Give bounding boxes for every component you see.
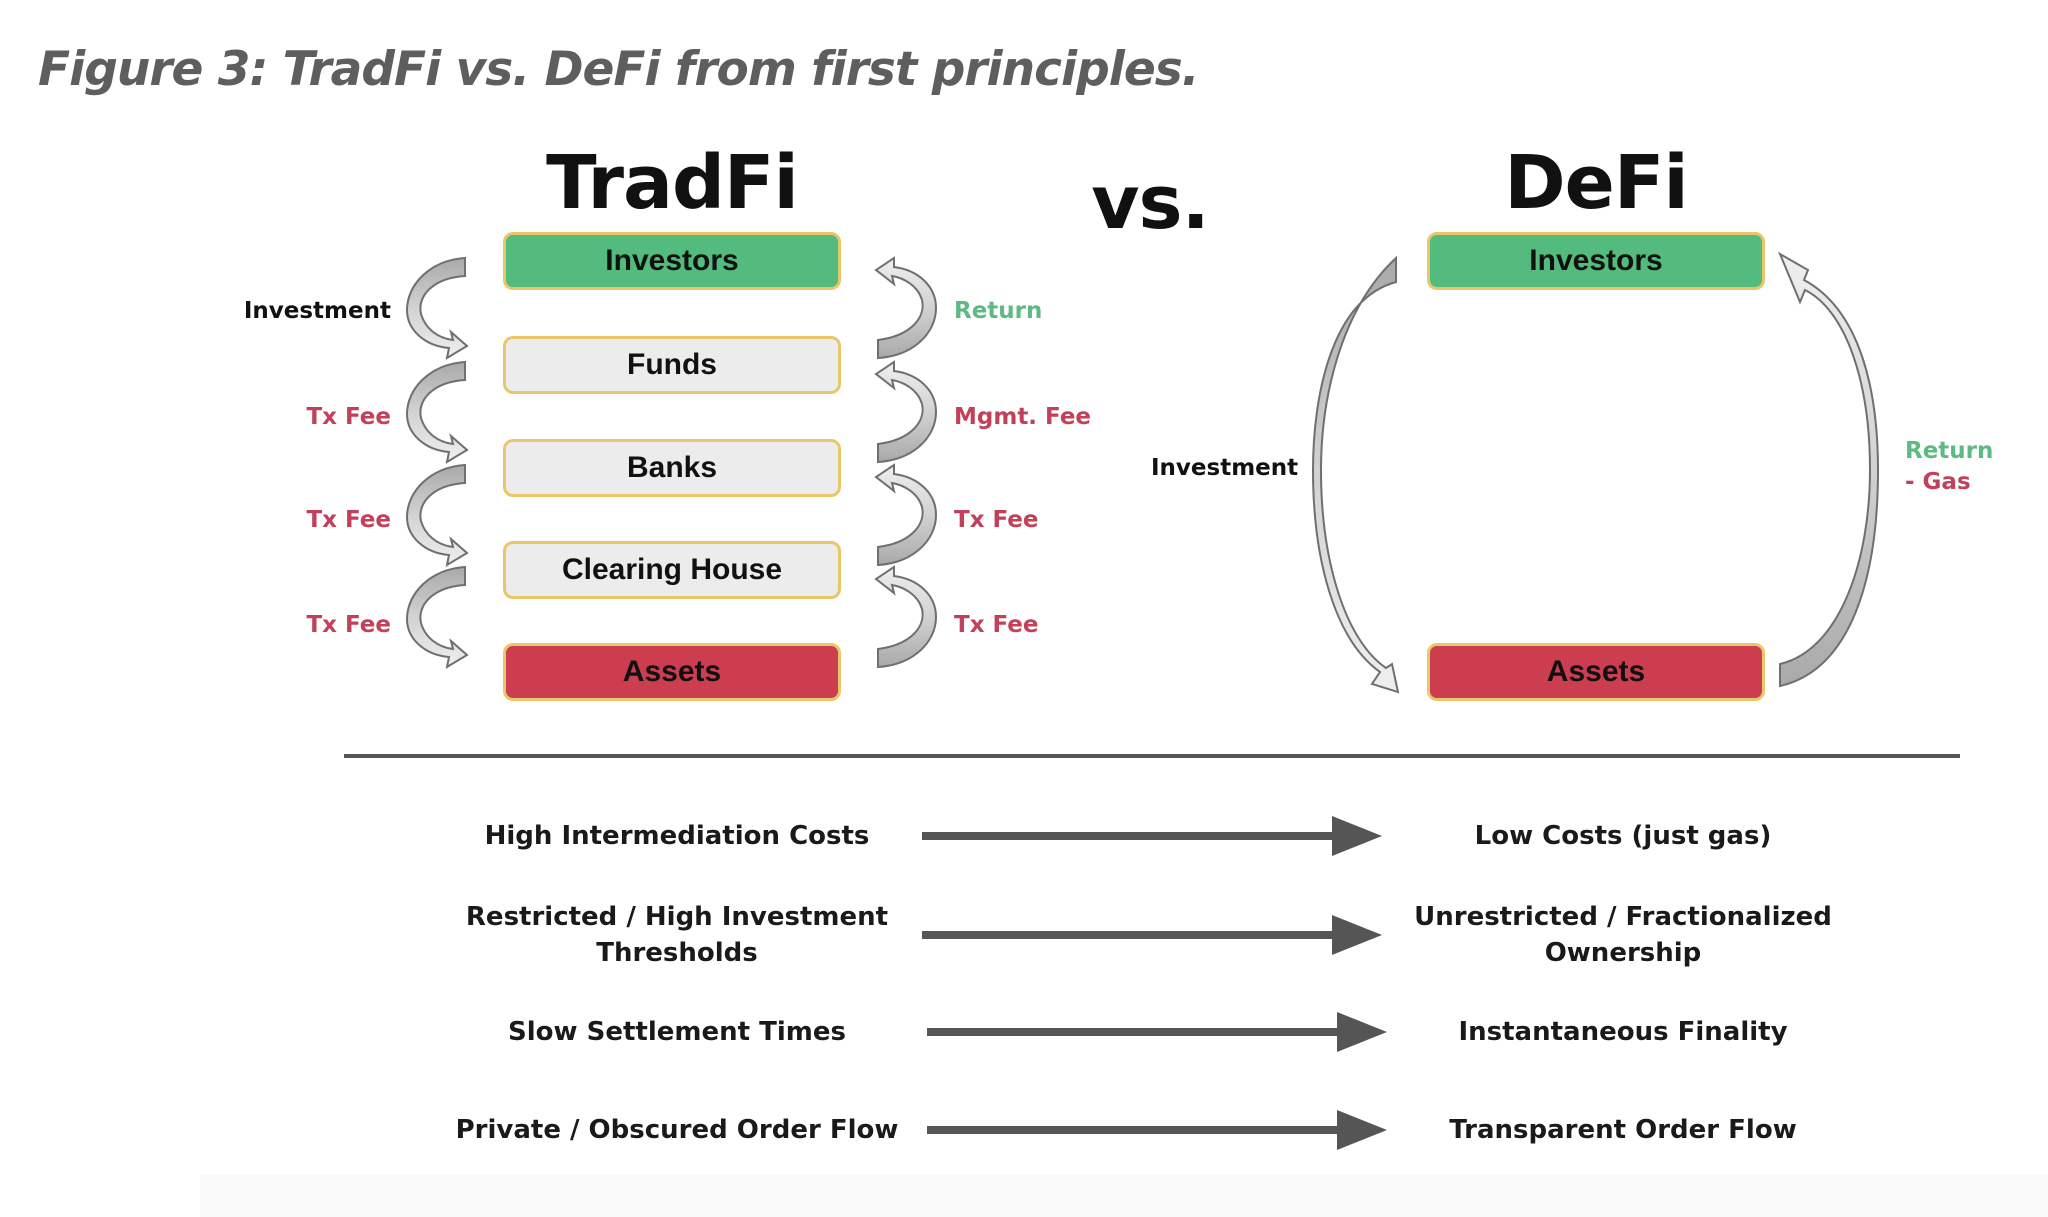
tradfi-down-arrow bbox=[405, 565, 469, 670]
tradfi-investment-label: Investment bbox=[243, 298, 391, 324]
tradfi-assets-box: Assets bbox=[503, 643, 841, 701]
defi-return-arrow bbox=[1777, 251, 1880, 688]
tradfi-trait: Restricted / High Investment Thresholds bbox=[465, 902, 889, 968]
defi-assets-box: Assets bbox=[1427, 643, 1765, 701]
defi-trait: Transparent Order Flow bbox=[1449, 1115, 1797, 1145]
defi-investment-arrow bbox=[1311, 255, 1400, 694]
comparison-arrow bbox=[922, 816, 1392, 860]
tradfi-trait: High Intermediation Costs bbox=[484, 821, 870, 851]
defi-gas-label: - Gas bbox=[1905, 469, 1971, 495]
tradfi-trait: Slow Settlement Times bbox=[508, 1017, 846, 1047]
tradfi-tx-fee-label-1: Tx Fee bbox=[306, 404, 391, 430]
tradfi-right-tx-fee-label-2: Tx Fee bbox=[954, 612, 1039, 638]
section-divider bbox=[344, 754, 1960, 758]
tradfi-up-arrow bbox=[874, 565, 938, 669]
defi-return-label: Return bbox=[1905, 438, 1994, 464]
comparison-arrow bbox=[922, 915, 1392, 959]
defi-trait: Low Costs (just gas) bbox=[1474, 821, 1772, 851]
tradfi-funds-box: Funds bbox=[503, 336, 841, 394]
comparison-arrow bbox=[927, 1012, 1397, 1056]
tradfi-right-tx-fee-label-1: Tx Fee bbox=[954, 507, 1039, 533]
defi-investors-box: Investors bbox=[1427, 232, 1765, 290]
tradfi-down-arrow bbox=[405, 360, 469, 465]
bottom-fade bbox=[200, 1175, 2048, 1217]
tradfi-tx-fee-label-3: Tx Fee bbox=[306, 612, 391, 638]
tradfi-up-arrow bbox=[874, 256, 938, 360]
tradfi-tx-fee-label-2: Tx Fee bbox=[306, 507, 391, 533]
tradfi-down-arrow bbox=[405, 256, 469, 361]
tradfi-up-arrow bbox=[874, 463, 938, 567]
tradfi-down-arrow bbox=[405, 463, 469, 568]
comparison-arrow bbox=[927, 1110, 1397, 1154]
tradfi-mgmt-fee-label: Mgmt. Fee bbox=[954, 404, 1092, 430]
defi-trait: Unrestricted / Fractionalized Ownership bbox=[1414, 902, 1832, 968]
tradfi-investors-box: Investors bbox=[503, 232, 841, 290]
tradfi-banks-box: Banks bbox=[503, 439, 841, 497]
defi-trait: Instantaneous Finality bbox=[1458, 1017, 1788, 1047]
tradfi-clearing-house-box: Clearing House bbox=[503, 541, 841, 599]
tradfi-return-label: Return bbox=[954, 298, 1043, 324]
tradfi-up-arrow bbox=[874, 360, 938, 464]
defi-investment-label: Investment bbox=[1151, 455, 1299, 481]
tradfi-trait: Private / Obscured Order Flow bbox=[455, 1115, 899, 1145]
